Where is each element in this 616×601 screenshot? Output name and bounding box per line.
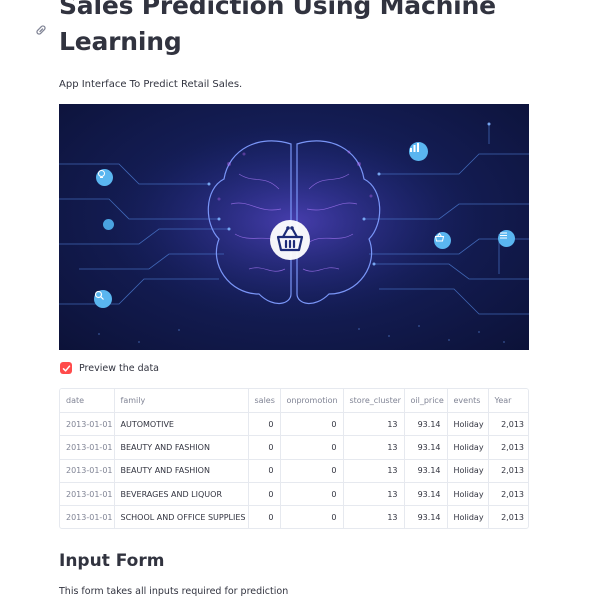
table-cell[interactable]: Holiday	[447, 482, 489, 507]
column-header[interactable]: onpromotion	[280, 389, 344, 413]
table-row: 2013-01-01 BEVERAGES AND LIQUOR 0 0 13 9…	[60, 482, 528, 507]
small-node-icon	[103, 219, 114, 230]
page-title: Sales Prediction Using Machine Learning	[59, 0, 496, 56]
table-cell[interactable]: 2,013	[488, 482, 528, 507]
table-cell[interactable]: 2013-01-01	[60, 435, 115, 460]
input-form-title: Input Form	[59, 551, 165, 571]
table-cell[interactable]: 0	[280, 412, 344, 437]
page-subtitle: App Interface To Predict Retail Sales.	[59, 79, 243, 90]
table-cell[interactable]: 0	[248, 505, 281, 528]
table-cell[interactable]: 0	[248, 459, 281, 484]
table-cell[interactable]: 93.14	[404, 412, 448, 437]
table-cell[interactable]: 2,013	[488, 412, 528, 437]
table-cell[interactable]: BEVERAGES AND LIQUOR	[114, 482, 249, 507]
table-cell[interactable]: 13	[343, 412, 405, 437]
table-cell[interactable]: BEAUTY AND FASHION	[114, 435, 249, 460]
table-cell[interactable]: 13	[343, 459, 405, 484]
column-header[interactable]: sales	[248, 389, 281, 413]
table-cell[interactable]: SCHOOL AND OFFICE SUPPLIES	[114, 505, 249, 528]
column-header[interactable]: Year	[488, 389, 528, 413]
table-cell[interactable]: 93.14	[404, 459, 448, 484]
table-cell[interactable]: Holiday	[447, 505, 489, 528]
table-cell[interactable]: 0	[280, 459, 344, 484]
chart-icon	[409, 142, 428, 161]
table-cell[interactable]: 2013-01-01	[60, 412, 115, 437]
column-header[interactable]: events	[447, 389, 489, 413]
table-cell[interactable]: 2,013	[488, 506, 528, 528]
table-cell[interactable]: BEAUTY AND FASHION	[114, 459, 249, 484]
table-cell[interactable]: 13	[343, 482, 405, 507]
column-header[interactable]: oil_price	[404, 389, 448, 413]
preview-checkbox[interactable]	[60, 362, 72, 374]
column-header[interactable]: store_cluster	[343, 389, 405, 413]
table-cell[interactable]: Holiday	[447, 435, 489, 460]
table-cell[interactable]: 93.14	[404, 482, 448, 507]
table-cell[interactable]: 2,013	[488, 459, 528, 484]
table-cell[interactable]: 0	[248, 435, 281, 460]
table-cell[interactable]: Holiday	[447, 459, 489, 484]
table-cell[interactable]: 93.14	[404, 505, 448, 528]
preview-checkbox-label[interactable]: Preview the data	[79, 363, 159, 374]
list-icon	[498, 230, 515, 247]
preview-checkbox-row[interactable]: Preview the data	[60, 361, 159, 375]
column-header[interactable]: family	[114, 389, 249, 413]
data-preview-table[interactable]: date family sales onpromotion store_clus…	[59, 388, 529, 529]
table-cell[interactable]: 0	[280, 505, 344, 528]
link-icon[interactable]	[33, 22, 49, 38]
table-header-row: date family sales onpromotion store_clus…	[60, 389, 528, 413]
search-icon	[94, 290, 112, 308]
basket-small-icon	[434, 232, 451, 249]
table-row: 2013-01-01 SCHOOL AND OFFICE SUPPLIES 0 …	[60, 505, 528, 528]
table-cell[interactable]: 0	[280, 435, 344, 460]
table-cell[interactable]: 13	[343, 505, 405, 528]
table-cell[interactable]: 0	[248, 482, 281, 507]
input-form-description: This form takes all inputs required for …	[59, 586, 289, 597]
table-row: 2013-01-01 BEAUTY AND FASHION 0 0 13 93.…	[60, 435, 528, 460]
table-cell[interactable]: 2013-01-01	[60, 482, 115, 507]
table-cell[interactable]: 0	[280, 482, 344, 507]
table-cell[interactable]: 2013-01-01	[60, 505, 115, 528]
table-row: 2013-01-01 AUTOMOTIVE 0 0 13 93.14 Holid…	[60, 412, 528, 437]
table-cell[interactable]: 13	[343, 435, 405, 460]
column-header[interactable]: date	[60, 389, 115, 413]
hero-image	[59, 104, 529, 350]
table-cell[interactable]: 93.14	[404, 435, 448, 460]
table-cell[interactable]: 2013-01-01	[60, 459, 115, 484]
basket-icon	[268, 218, 312, 262]
lightbulb-icon	[96, 169, 113, 186]
table-cell[interactable]: Holiday	[447, 412, 489, 437]
table-cell[interactable]: AUTOMOTIVE	[114, 412, 249, 437]
table-cell[interactable]: 2,013	[488, 435, 528, 460]
table-row: 2013-01-01 BEAUTY AND FASHION 0 0 13 93.…	[60, 459, 528, 484]
table-cell[interactable]: 0	[248, 412, 281, 437]
